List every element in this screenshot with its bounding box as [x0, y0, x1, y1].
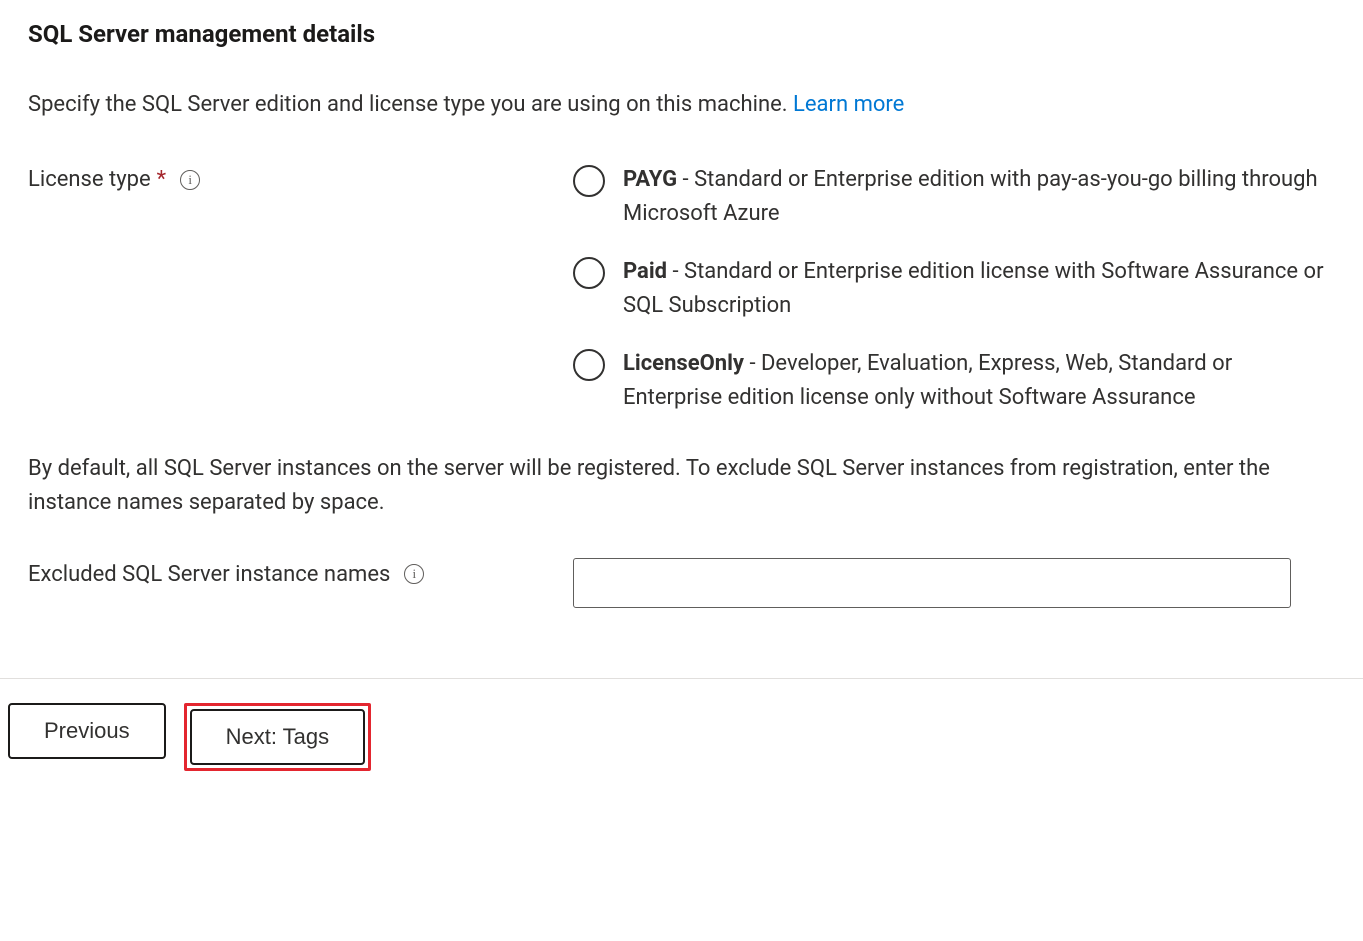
- radio-label: LicenseOnly - Developer, Evaluation, Exp…: [623, 347, 1335, 415]
- radio-desc: - Standard or Enterprise edition license…: [623, 259, 1324, 318]
- previous-button[interactable]: Previous: [8, 703, 166, 759]
- radio-name: LicenseOnly: [623, 351, 744, 376]
- radio-option-payg[interactable]: PAYG - Standard or Enterprise edition wi…: [573, 163, 1335, 231]
- excluded-row: Excluded SQL Server instance names i: [28, 558, 1335, 608]
- excluded-help-text: By default, all SQL Server instances on …: [28, 452, 1335, 520]
- intro-text: Specify the SQL Server edition and licen…: [28, 92, 788, 117]
- radio-circle-icon: [573, 165, 605, 197]
- radio-desc: - Standard or Enterprise edition with pa…: [623, 167, 1318, 226]
- excluded-label: Excluded SQL Server instance names: [28, 562, 390, 587]
- info-icon[interactable]: i: [404, 564, 424, 584]
- next-tags-button[interactable]: Next: Tags: [190, 709, 366, 765]
- footer-buttons: Previous Next: Tags: [0, 679, 1363, 807]
- excluded-instances-input[interactable]: [573, 558, 1291, 608]
- license-type-label-col: License type * i: [28, 163, 573, 192]
- radio-label: PAYG - Standard or Enterprise edition wi…: [623, 163, 1335, 231]
- radio-option-licenseonly[interactable]: LicenseOnly - Developer, Evaluation, Exp…: [573, 347, 1335, 415]
- section-intro: Specify the SQL Server edition and licen…: [28, 88, 1335, 121]
- radio-name: Paid: [623, 259, 667, 284]
- radio-label: Paid - Standard or Enterprise edition li…: [623, 255, 1335, 323]
- section-title: SQL Server management details: [28, 20, 1335, 48]
- form-container: SQL Server management details Specify th…: [0, 0, 1363, 608]
- info-icon[interactable]: i: [180, 170, 200, 190]
- license-type-row: License type * i PAYG - Standard or Ente…: [28, 163, 1335, 416]
- next-button-highlight: Next: Tags: [184, 703, 372, 771]
- excluded-control: [573, 558, 1335, 608]
- radio-option-paid[interactable]: Paid - Standard or Enterprise edition li…: [573, 255, 1335, 323]
- license-type-options: PAYG - Standard or Enterprise edition wi…: [573, 163, 1335, 416]
- excluded-label-col: Excluded SQL Server instance names i: [28, 558, 573, 587]
- radio-circle-icon: [573, 257, 605, 289]
- radio-circle-icon: [573, 349, 605, 381]
- license-type-label: License type: [28, 167, 151, 192]
- radio-name: PAYG: [623, 167, 677, 192]
- learn-more-link[interactable]: Learn more: [793, 92, 904, 117]
- required-asterisk: *: [157, 167, 166, 192]
